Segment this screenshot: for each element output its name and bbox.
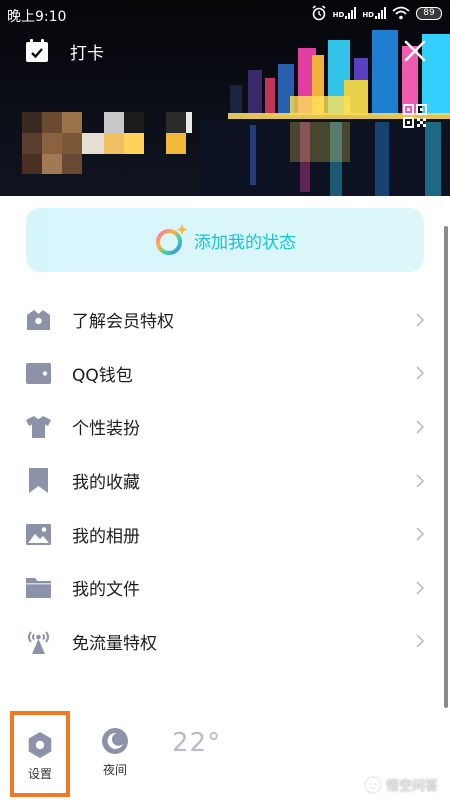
menu-item-album[interactable]: 我的相册 (0, 507, 450, 561)
menu-item-label: QQ钱包 (72, 365, 133, 386)
gear-icon (28, 732, 52, 758)
status-ring-icon (156, 224, 188, 255)
avatar[interactable] (22, 112, 192, 174)
battery-icon: 89 (416, 6, 442, 20)
chevron-right-icon (416, 527, 425, 541)
folder-icon (26, 578, 51, 599)
menu-item-wallet[interactable]: QQ钱包 (0, 347, 450, 401)
chevron-right-icon (416, 474, 425, 488)
menu-list: 了解会员特权 QQ钱包 个性装扮 我的收藏 我的相册 我的文件 免流量特权 (0, 293, 450, 668)
vip-crown-icon (27, 310, 50, 331)
watermark-logo-icon (364, 775, 382, 794)
menu-item-free-data[interactable]: 免流量特权 (0, 615, 450, 669)
chevron-right-icon (416, 634, 425, 648)
calendar-check-icon (26, 39, 48, 62)
status-time: 晚上9:10 (7, 9, 67, 25)
moon-icon (102, 728, 128, 754)
hd-label: HD (362, 11, 374, 19)
shirt-icon (26, 416, 51, 439)
menu-item-label: 我的相册 (72, 526, 140, 547)
watermark: 悟空问答 (364, 775, 438, 794)
scrollbar[interactable] (444, 226, 448, 708)
menu-item-label: 免流量特权 (72, 633, 157, 654)
menu-item-label: 个性装扮 (72, 419, 140, 440)
wallet-icon (26, 362, 51, 384)
night-mode-button[interactable]: 夜间 (92, 727, 138, 778)
wifi-icon (392, 6, 410, 20)
menu-item-favorites[interactable]: 我的收藏 (0, 454, 450, 508)
menu-item-vip[interactable]: 了解会员特权 (0, 293, 450, 347)
weather-temperature[interactable]: 22° (172, 728, 221, 758)
signal-tower-icon (28, 631, 49, 654)
settings-button[interactable]: 设置 (10, 711, 70, 797)
hd-label: HD (332, 11, 345, 19)
add-status-label: 添加我的状态 (194, 232, 296, 253)
menu-panel: 添加我的状态 了解会员特权 QQ钱包 个性装扮 我的收藏 我的相册 我的文件 免… (0, 196, 450, 800)
status-bar: 晚上9:10 HD HD 89 (0, 0, 450, 30)
close-icon[interactable] (402, 38, 428, 64)
menu-item-label: 了解会员特权 (72, 312, 174, 333)
add-status-button[interactable]: 添加我的状态 (26, 208, 424, 272)
menu-item-files[interactable]: 我的文件 (0, 561, 450, 615)
menu-item-label: 我的收藏 (72, 473, 140, 494)
bookmark-icon (29, 468, 48, 494)
alarm-icon (312, 5, 326, 21)
photo-icon (26, 523, 51, 545)
signal-icon (345, 7, 357, 19)
qr-code-icon[interactable] (403, 104, 427, 128)
profile-cover[interactable]: 晚上9:10 HD HD 89 打卡 (0, 0, 450, 196)
bottom-bar: 设置 夜间 22° 悟空问答 (0, 708, 450, 800)
checkin-label: 打卡 (70, 43, 104, 64)
menu-item-theme[interactable]: 个性装扮 (0, 400, 450, 454)
chevron-right-icon (416, 366, 425, 380)
watermark-text: 悟空问答 (385, 779, 438, 794)
signal-icon (375, 7, 386, 19)
chevron-right-icon (416, 581, 425, 595)
chevron-right-icon (416, 313, 425, 327)
night-label: 夜间 (102, 763, 127, 777)
settings-label: 设置 (27, 767, 52, 781)
chevron-right-icon (416, 420, 425, 434)
menu-item-label: 我的文件 (72, 580, 140, 601)
checkin-button[interactable]: 打卡 (24, 38, 104, 64)
